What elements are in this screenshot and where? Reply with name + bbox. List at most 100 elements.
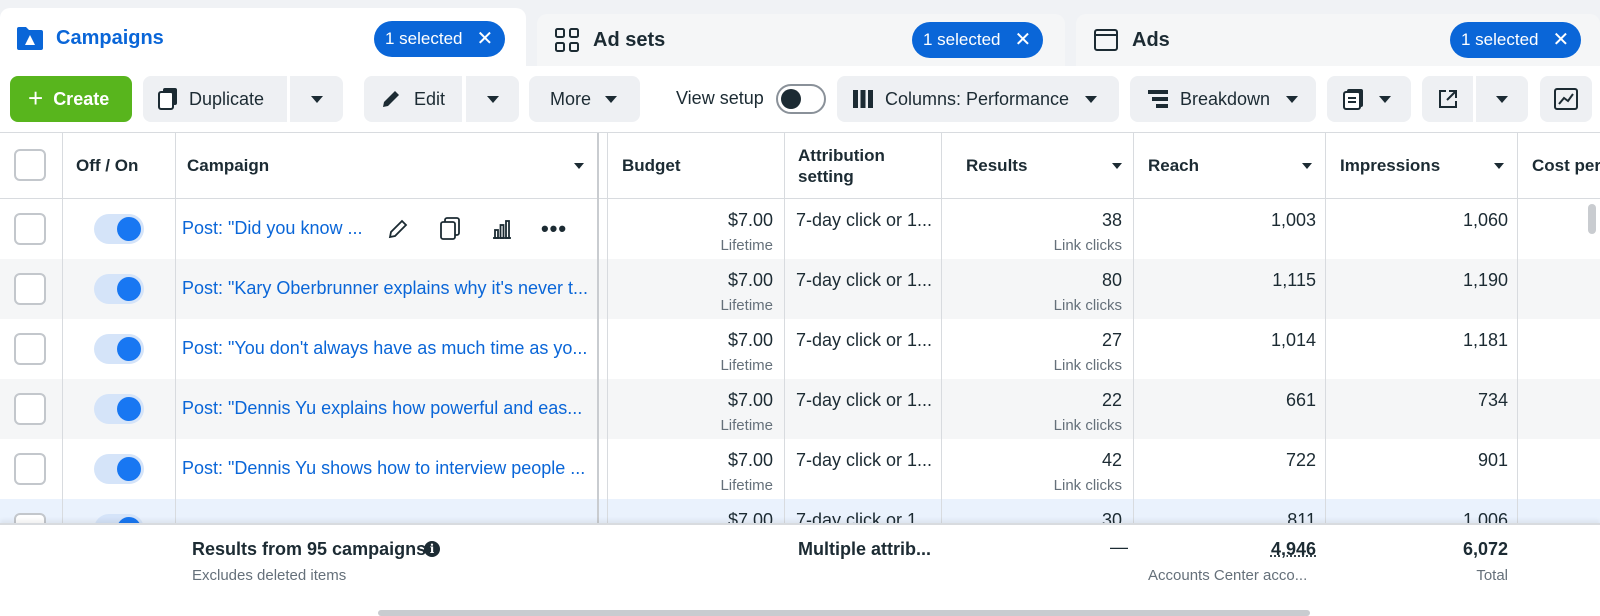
selected-count: 1 selected [923,30,1001,49]
table-row[interactable]: Post: "Did you know ... ••• $7.00 Lifetime 7… [0,199,1600,259]
results-value: 22 [1101,390,1122,410]
view-setup-toggle[interactable] [776,84,826,114]
close-icon[interactable]: ✕ [477,29,494,49]
campaign-status-toggle[interactable] [94,334,144,364]
summary-impressions: 6,072 [1462,539,1508,559]
summary-attribution: Multiple attrib... [798,539,931,559]
table-header: Off / On Campaign Budget Attribution set… [0,133,1600,199]
vertical-scrollbar[interactable] [1588,204,1596,234]
duplicate-dropdown[interactable] [290,76,343,122]
tab-campaigns[interactable]: Campaigns 1 selected ✕ [0,8,526,68]
summary-reach[interactable]: 4,946 [1200,539,1316,560]
campaign-status-toggle[interactable] [94,454,144,484]
selected-badge[interactable]: 1 selected ✕ [1450,22,1582,58]
reports-button[interactable] [1327,76,1411,122]
column-header-off-on[interactable]: Off / On [76,133,138,199]
column-header-attribution[interactable]: Attribution setting [798,133,885,199]
column-header-campaign[interactable]: Campaign [187,133,269,199]
export-dropdown[interactable] [1476,76,1528,122]
selected-badge[interactable]: 1 selected ✕ [374,21,506,57]
row-checkbox[interactable] [14,213,46,245]
more-options-icon[interactable]: ••• [540,215,568,243]
level-tabs: Campaigns 1 selected ✕ Ad sets 1 selecte… [0,0,1600,68]
trend-chart-icon [1554,88,1578,110]
column-label: Budget [622,156,681,175]
campaign-name-link[interactable]: Post: "You don't always have as much tim… [182,338,588,359]
budget-value: $7.00 [727,450,773,470]
column-header-results[interactable]: Results [966,133,1027,199]
campaign-status-toggle[interactable] [94,394,144,424]
export-icon [1437,88,1459,110]
budget-type: Lifetime [720,477,773,494]
tab-label: Ads [1132,28,1170,51]
chevron-down-icon [605,95,618,103]
reach-value: 661 [1285,390,1316,410]
summary-title: Results from 95 campaigns [192,539,427,559]
tab-label: Campaigns [56,26,164,49]
tab-ads[interactable]: Ads 1 selected ✕ [1076,14,1600,66]
edit-button[interactable]: Edit [364,76,462,122]
row-actions: ••• [384,215,568,243]
column-label: Impressions [1340,156,1441,175]
tab-ad-sets[interactable]: Ad sets 1 selected ✕ [537,14,1065,66]
reach-value: 1,003 [1270,210,1316,230]
duplicate-button[interactable]: Duplicate [143,76,287,122]
table-row[interactable]: Post: "You don't always have as much tim… [0,319,1600,379]
column-header-budget[interactable]: Budget [622,133,681,199]
row-checkbox[interactable] [14,453,46,485]
row-checkbox[interactable] [14,273,46,305]
select-all-checkbox[interactable] [14,149,46,181]
edit-label: Edit [414,88,446,109]
column-label: setting [798,167,854,186]
edit-icon[interactable] [384,215,412,243]
close-icon[interactable]: ✕ [1015,30,1032,50]
campaign-name-link[interactable]: Post: "Kary Oberbrunner explains why it'… [182,278,588,299]
reach-value: 1,115 [1272,270,1316,290]
chevron-down-icon [1496,95,1508,103]
campaign-name-link[interactable]: Post: "Dennis Yu shows how to interview … [182,458,588,479]
column-header-impressions[interactable]: Impressions [1340,133,1440,199]
table-row[interactable]: Post: "Kary Oberbrunner explains why it'… [0,259,1600,319]
chevron-down-icon [1286,95,1299,103]
duplicate-icon[interactable] [436,215,464,243]
sort-caret-icon[interactable] [574,163,584,169]
close-icon[interactable]: ✕ [1553,30,1570,50]
campaign-status-toggle[interactable] [94,274,144,304]
impressions-value: 1,181 [1462,330,1508,350]
breakdown-icon [1148,90,1168,108]
report-icon [1343,88,1365,110]
sort-caret-icon[interactable] [1112,163,1122,169]
chart-icon[interactable] [488,215,516,243]
toggle-knob [781,89,801,109]
sort-caret-icon[interactable] [1302,163,1312,169]
campaign-name-link[interactable]: Post: "Did you know ... [182,218,366,239]
view-setup-label: View setup [676,88,764,108]
column-header-cost-per[interactable]: Cost per [1532,133,1600,199]
table-row[interactable]: Post: "Dennis Yu shows how to interview … [0,439,1600,499]
impressions-value: 1,060 [1462,210,1508,230]
row-checkbox[interactable] [14,393,46,425]
column-label: Reach [1148,156,1200,175]
edit-dropdown[interactable] [466,76,519,122]
toggle-knob [117,337,141,361]
campaign-name-link[interactable]: Post: "Dennis Yu explains how powerful a… [182,398,588,419]
toggle-knob [117,277,141,301]
breakdown-button[interactable]: Breakdown [1130,76,1316,122]
horizontal-scrollbar[interactable] [378,610,1310,616]
charts-button[interactable] [1540,76,1592,122]
campaign-status-toggle[interactable] [94,214,144,244]
sort-caret-icon[interactable] [1494,163,1504,169]
create-button[interactable]: + Create [10,76,132,122]
column-header-reach[interactable]: Reach [1148,133,1199,199]
more-button[interactable]: More [529,76,640,122]
toggle-knob [117,457,141,481]
info-icon[interactable]: i [424,541,440,557]
columns-button[interactable]: Columns: Performance [837,76,1119,122]
row-checkbox[interactable] [14,333,46,365]
results-value: 42 [1101,450,1122,470]
export-button[interactable] [1422,76,1473,122]
impressions-value: 734 [1477,390,1508,410]
selected-badge[interactable]: 1 selected ✕ [912,22,1044,58]
results-value: 38 [1101,210,1122,230]
table-row[interactable]: Post: "Dennis Yu explains how powerful a… [0,379,1600,439]
